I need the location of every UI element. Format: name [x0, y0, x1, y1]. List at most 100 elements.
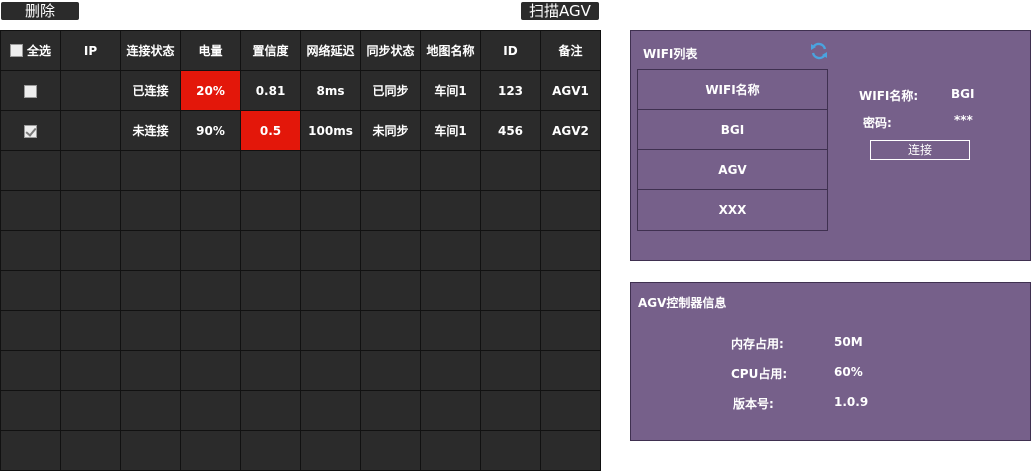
empty-cell: [60, 150, 121, 191]
delete-button[interactable]: 删除: [1, 2, 79, 20]
empty-table-row: [0, 430, 601, 471]
column-header-confidence: 置信度: [240, 30, 301, 71]
empty-cell: [300, 270, 361, 311]
status-cell: 未连接: [120, 110, 181, 151]
wifi-panel-title: WIFI列表: [643, 47, 698, 61]
empty-cell: [240, 150, 301, 191]
empty-cell: [540, 190, 601, 231]
confidence-cell: 0.5: [240, 110, 301, 151]
empty-cell: [480, 430, 541, 471]
empty-cell: [0, 230, 61, 271]
battery-cell: 20%: [180, 70, 241, 111]
empty-cell: [360, 230, 421, 271]
empty-cell: [60, 390, 121, 431]
note-cell: AGV1: [540, 70, 601, 111]
empty-table-row: [0, 350, 601, 391]
column-header-id: ID: [480, 30, 541, 71]
empty-cell: [180, 310, 241, 351]
wifi-network-item[interactable]: AGV: [638, 150, 827, 190]
row-checkbox[interactable]: [24, 84, 37, 98]
empty-cell: [300, 310, 361, 351]
wifi-panel: WIFI列表 WIFI名称 BGI AGV XXX WIFI名称: BGI 密码…: [630, 30, 1031, 261]
memory-value: 50M: [834, 335, 863, 349]
empty-cell: [360, 430, 421, 471]
table-row[interactable]: 已连接 20% 0.81 8ms 已同步 车间1 123 AGV1: [0, 70, 601, 111]
empty-cell: [360, 310, 421, 351]
empty-cell: [480, 150, 541, 191]
id-cell: 123: [480, 70, 541, 111]
empty-cell: [420, 150, 481, 191]
version-label: 版本号:: [733, 397, 774, 411]
memory-label: 内存占用:: [731, 337, 784, 351]
sync-cell: 未同步: [360, 110, 421, 151]
select-all-checkbox[interactable]: [9, 43, 23, 57]
empty-cell: [120, 390, 181, 431]
password-value[interactable]: ***: [954, 113, 973, 127]
empty-cell: [0, 310, 61, 351]
map-cell: 车间1: [420, 110, 481, 151]
empty-cell: [360, 390, 421, 431]
empty-cell: [360, 190, 421, 231]
empty-cell: [540, 310, 601, 351]
ip-cell: [60, 70, 121, 111]
empty-cell: [240, 430, 301, 471]
column-header-sync: 同步状态: [360, 30, 421, 71]
empty-cell: [240, 310, 301, 351]
empty-cell: [300, 150, 361, 191]
row-select-cell[interactable]: [0, 70, 61, 111]
empty-cell: [480, 350, 541, 391]
status-cell: 已连接: [120, 70, 181, 111]
empty-table-row: [0, 230, 601, 271]
empty-cell: [420, 270, 481, 311]
empty-table-row: [0, 390, 601, 431]
wifi-network-item[interactable]: XXX: [638, 190, 827, 230]
empty-cell: [120, 190, 181, 231]
table-row[interactable]: 未连接 90% 0.5 100ms 未同步 车间1 456 AGV2: [0, 110, 601, 151]
empty-cell: [180, 230, 241, 271]
empty-cell: [120, 150, 181, 191]
empty-cell: [60, 230, 121, 271]
empty-cell: [420, 430, 481, 471]
empty-cell: [0, 350, 61, 391]
empty-cell: [180, 430, 241, 471]
empty-table-row: [0, 150, 601, 191]
refresh-icon[interactable]: [809, 41, 829, 61]
empty-cell: [180, 390, 241, 431]
empty-cell: [480, 230, 541, 271]
row-checkbox[interactable]: [24, 124, 37, 138]
empty-cell: [60, 270, 121, 311]
empty-cell: [300, 430, 361, 471]
empty-cell: [540, 270, 601, 311]
empty-cell: [360, 350, 421, 391]
empty-cell: [420, 190, 481, 231]
scan-agv-button[interactable]: 扫描AGV: [521, 2, 599, 20]
empty-table-row: [0, 190, 601, 231]
cpu-value: 60%: [834, 365, 863, 379]
select-all-header[interactable]: 全选: [0, 30, 61, 71]
battery-cell: 90%: [180, 110, 241, 151]
empty-cell: [0, 190, 61, 231]
select-all-label: 全选: [26, 43, 51, 58]
empty-cell: [0, 430, 61, 471]
empty-cell: [480, 310, 541, 351]
empty-cell: [240, 190, 301, 231]
empty-cell: [180, 190, 241, 231]
empty-cell: [240, 390, 301, 431]
wifi-name-value: BGI: [951, 87, 975, 101]
empty-cell: [120, 310, 181, 351]
connect-button[interactable]: 连接: [870, 140, 970, 160]
row-select-cell[interactable]: [0, 110, 61, 151]
sync-cell: 已同步: [360, 70, 421, 111]
empty-cell: [240, 350, 301, 391]
latency-cell: 8ms: [300, 70, 361, 111]
empty-cell: [420, 390, 481, 431]
wifi-network-item[interactable]: BGI: [638, 110, 827, 150]
column-header-latency: 网络延迟: [300, 30, 361, 71]
ip-cell: [60, 110, 121, 151]
empty-cell: [120, 430, 181, 471]
empty-cell: [300, 190, 361, 231]
empty-cell: [540, 150, 601, 191]
empty-cell: [420, 230, 481, 271]
empty-cell: [180, 350, 241, 391]
empty-cell: [540, 350, 601, 391]
